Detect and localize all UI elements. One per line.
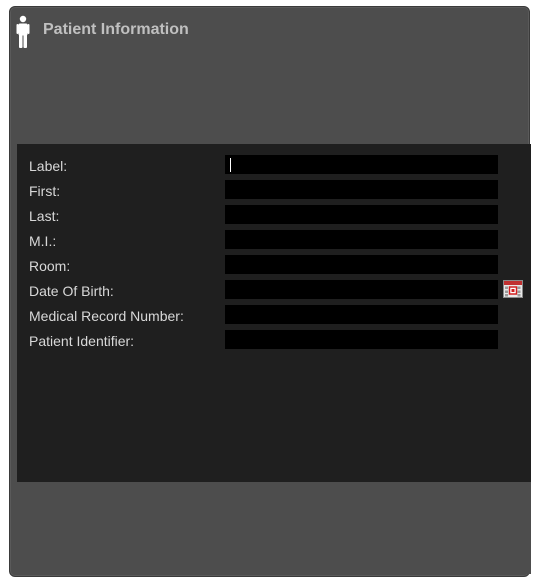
medical-record-number-label: Medical Record Number:	[29, 308, 184, 324]
last-name-label: Last:	[29, 208, 60, 224]
date-of-birth-label: Date Of Birth:	[29, 283, 114, 299]
panel-title: Patient Information	[43, 21, 189, 38]
room-label: Room:	[29, 258, 71, 274]
calendar-icon[interactable]	[503, 280, 523, 298]
form-row-label: Label:	[17, 155, 531, 177]
form-row-dob: Date Of Birth:	[17, 280, 531, 302]
form-row-room: Room:	[17, 255, 531, 277]
label-field-label: Label:	[29, 158, 68, 174]
label-input[interactable]	[225, 155, 498, 174]
room-input[interactable]	[225, 255, 498, 274]
patient-identifier-input[interactable]	[225, 330, 498, 349]
form-row-last: Last:	[17, 205, 531, 227]
middle-initial-input[interactable]	[225, 230, 498, 249]
text-cursor	[230, 158, 231, 172]
panel-footer	[17, 482, 531, 574]
form-row-mrn: Medical Record Number:	[17, 305, 531, 327]
last-name-input[interactable]	[225, 205, 498, 224]
patient-identifier-label: Patient Identifier:	[29, 333, 135, 349]
patient-information-panel: Patient Information Label: First: Last: …	[9, 6, 531, 577]
person-icon	[16, 15, 30, 48]
form-row-patient-id: Patient Identifier:	[17, 330, 531, 352]
panel-header: Patient Information	[10, 7, 529, 143]
first-name-input[interactable]	[225, 180, 498, 199]
date-of-birth-input[interactable]	[225, 280, 498, 299]
patient-form: Label: First: Last: M.I.: Room: Date Of …	[17, 144, 531, 482]
middle-initial-label: M.I.:	[29, 233, 57, 249]
first-name-label: First:	[29, 183, 61, 199]
medical-record-number-input[interactable]	[225, 305, 498, 324]
form-row-mi: M.I.:	[17, 230, 531, 252]
form-row-first: First:	[17, 180, 531, 202]
